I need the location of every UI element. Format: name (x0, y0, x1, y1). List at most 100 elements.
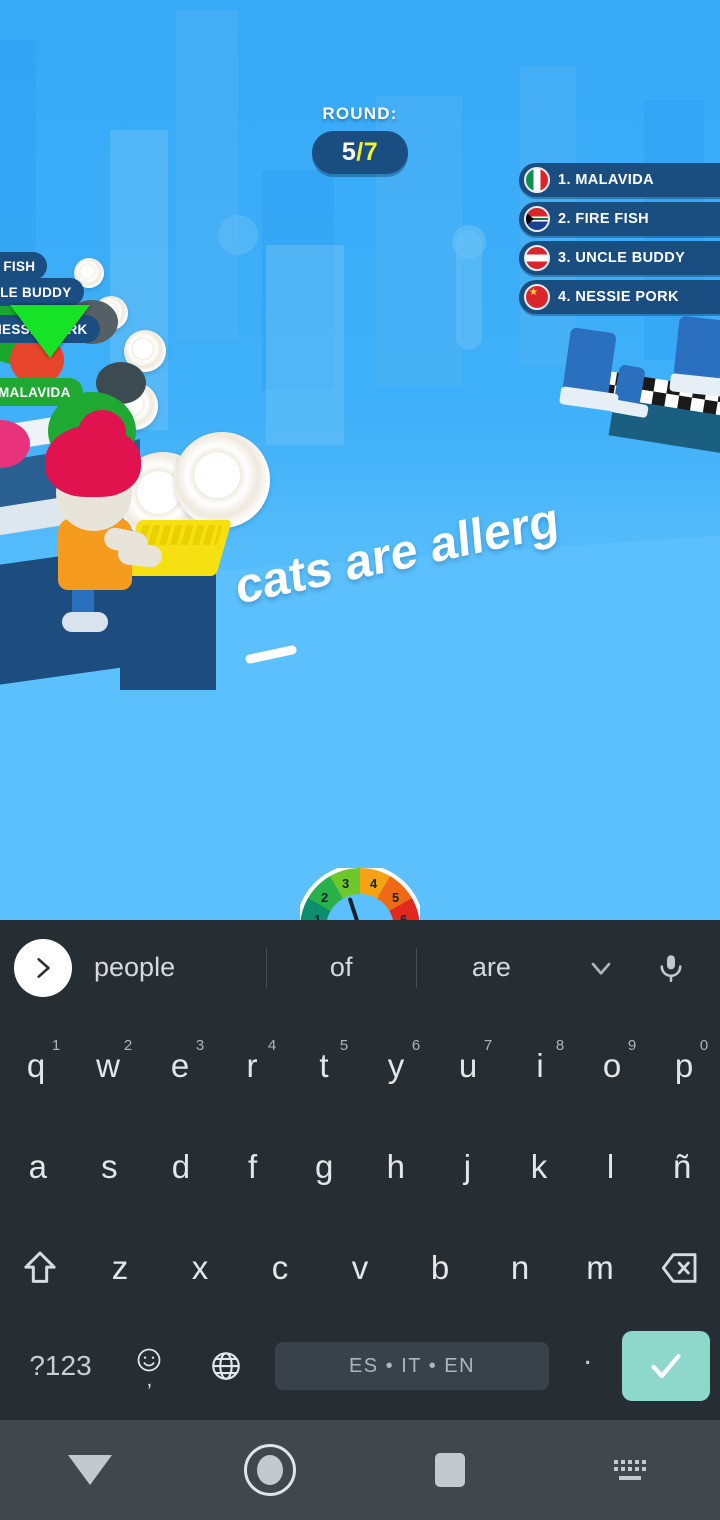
app-screen: ROUND: 5/7 1. MALAVIDA 2. FIRE FISH 3. U… (0, 0, 720, 1520)
chevron-right-icon[interactable] (14, 938, 72, 997)
gauge-tick: 1 (314, 912, 322, 920)
flag-austria-icon (524, 245, 550, 271)
key-label: y (387, 1046, 405, 1084)
key-k[interactable]: k (503, 1116, 575, 1217)
key-label: e (170, 1046, 190, 1084)
key-h[interactable]: h (360, 1116, 432, 1217)
backspace-icon[interactable] (640, 1217, 720, 1318)
suggestion-bar: people of are (0, 920, 720, 1015)
key-sup-2: 2 (123, 1037, 133, 1054)
leaderboard-row: 3. UNCLE BUDDY (519, 241, 720, 275)
leaderboard-row: 4. NESSIE PORK (519, 280, 720, 314)
gauge-tick: 3 (342, 876, 350, 891)
flag-south-africa-icon (524, 206, 550, 232)
key-r[interactable]: 4r (216, 1015, 288, 1116)
key-m[interactable]: m (560, 1217, 640, 1318)
key-w[interactable]: 2w (72, 1015, 144, 1116)
key-y[interactable]: 6y (360, 1015, 432, 1116)
world-tag-self: MALAVIDA (0, 378, 83, 406)
gauge-tick: 5 (392, 890, 400, 905)
key-sup-8: 8 (555, 1037, 565, 1054)
key-label: o (602, 1046, 622, 1084)
key-label: u (458, 1046, 478, 1084)
leaderboard-entry-label: 4. NESSIE PORK (558, 289, 679, 305)
key-label: i (536, 1046, 544, 1084)
keyboard-switch-icon[interactable] (540, 1460, 720, 1480)
game-viewport[interactable]: ROUND: 5/7 1. MALAVIDA 2. FIRE FISH 3. U… (0, 0, 720, 920)
key-c[interactable]: c (240, 1217, 320, 1318)
space-key[interactable]: ES • IT • EN (274, 1342, 550, 1390)
key-label: w (96, 1046, 120, 1084)
key-l[interactable]: l (575, 1116, 647, 1217)
leaderboard-row: 1. MALAVIDA (519, 163, 720, 197)
desk-block (120, 560, 216, 690)
round-total: /7 (356, 138, 379, 166)
key-q[interactable]: 1q (0, 1015, 72, 1116)
comma-label: , (146, 1369, 153, 1391)
suggestion-word-2[interactable]: of (267, 952, 416, 983)
key-sup-4: 4 (267, 1037, 277, 1054)
background-building (176, 10, 238, 340)
key-sup-1: 1 (51, 1037, 61, 1054)
key-sup-9: 9 (627, 1037, 637, 1054)
character-shoe (62, 612, 108, 632)
symbols-key[interactable]: ?123 (10, 1350, 111, 1382)
key-j[interactable]: j (432, 1116, 504, 1217)
leaderboard-row: 2. FIRE FISH (519, 202, 720, 236)
suggestion-word-3[interactable]: are (417, 952, 566, 983)
flag-italy-icon (524, 167, 550, 193)
period-key[interactable]: . (559, 1338, 616, 1394)
suggestion-word-1[interactable]: people (72, 952, 266, 983)
key-u[interactable]: 7u (432, 1015, 504, 1116)
home-circle-icon[interactable] (180, 1444, 360, 1496)
recents-square-icon[interactable] (360, 1453, 540, 1487)
keyboard-row-2: a s d f g h j k l ñ (0, 1116, 720, 1217)
key-f[interactable]: f (217, 1116, 289, 1217)
key-a[interactable]: a (2, 1116, 74, 1217)
checkmark-icon[interactable] (621, 1331, 710, 1401)
key-sup-7: 7 (483, 1037, 493, 1054)
gauge-tick: 4 (370, 876, 378, 891)
key-s[interactable]: s (74, 1116, 146, 1217)
shift-icon[interactable] (0, 1217, 80, 1318)
globe-icon[interactable] (188, 1349, 265, 1383)
keyboard-row-1: 1q 2w 3e 4r 5t 6y 7u 8i 9o 0p (0, 1015, 720, 1116)
keyboard-row-4: ?123 , ES • IT • EN . (0, 1318, 720, 1414)
key-label: q (26, 1046, 46, 1084)
key-g[interactable]: g (288, 1116, 360, 1217)
key-n[interactable]: n (480, 1217, 560, 1318)
key-label: t (319, 1046, 329, 1084)
key-enye[interactable]: ñ (646, 1116, 718, 1217)
background-balloon (452, 225, 486, 259)
key-o[interactable]: 9o (576, 1015, 648, 1116)
round-label: ROUND: (322, 104, 398, 123)
character-hair-tuft (78, 410, 126, 456)
key-z[interactable]: z (80, 1217, 160, 1318)
microphone-icon[interactable] (636, 951, 706, 985)
keyboard-row-3: z x c v b n m (0, 1217, 720, 1318)
leaderboard-entry-label: 1. MALAVIDA (558, 172, 654, 188)
emoji-icon[interactable]: , (111, 1346, 188, 1391)
key-i[interactable]: 8i (504, 1015, 576, 1116)
flag-china-icon (524, 284, 550, 310)
key-sup-5: 5 (339, 1037, 349, 1054)
chevron-down-icon[interactable] (566, 952, 636, 984)
key-sup-3: 3 (195, 1037, 205, 1054)
hide-keyboard-triangle-icon[interactable] (0, 1455, 180, 1485)
round-current: 5 (341, 138, 357, 166)
key-sup-6: 6 (411, 1037, 421, 1054)
key-d[interactable]: d (145, 1116, 217, 1217)
on-screen-keyboard[interactable]: people of are 1q 2w 3e 4r 5t 6y 7u 8i 9o… (0, 920, 720, 1420)
key-v[interactable]: v (320, 1217, 400, 1318)
key-x[interactable]: x (160, 1217, 240, 1318)
key-b[interactable]: b (400, 1217, 480, 1318)
key-p[interactable]: 0p (648, 1015, 720, 1116)
leaderboard-entry-label: 2. FIRE FISH (558, 211, 650, 227)
key-e[interactable]: 3e (144, 1015, 216, 1116)
background-building (266, 245, 344, 445)
round-badge: 5/7 (311, 131, 409, 174)
key-t[interactable]: 5t (288, 1015, 360, 1116)
speed-gauge: 1 2 3 4 5 6 (300, 868, 420, 920)
key-label: r (246, 1046, 258, 1084)
world-tag: E FISH (0, 252, 48, 280)
